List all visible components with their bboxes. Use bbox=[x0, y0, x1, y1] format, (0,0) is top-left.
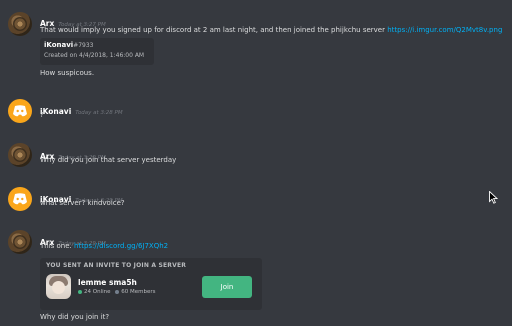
message-text-2: Why did you join it? bbox=[40, 313, 110, 321]
members-dot-icon bbox=[115, 289, 120, 294]
invite-link[interactable]: https://discord.gg/6J7XQh2 bbox=[74, 242, 168, 250]
mouse-pointer-icon bbox=[489, 191, 498, 204]
server-stats: 24 Online 60 Members bbox=[78, 289, 156, 295]
avatar-arx[interactable] bbox=[8, 230, 32, 254]
invite-card: YOU SENT AN INVITE TO JOIN A SERVER lemm… bbox=[40, 258, 262, 310]
online-count: 24 Online bbox=[84, 289, 111, 295]
invite-header: YOU SENT AN INVITE TO JOIN A SERVER bbox=[46, 262, 187, 269]
message-body: This one. bbox=[40, 242, 72, 250]
server-icon[interactable] bbox=[46, 274, 71, 299]
join-button[interactable]: Join bbox=[202, 276, 252, 298]
message-arx-3: Arx Today at 3:29 PM This one. https://di… bbox=[0, 0, 512, 326]
member-count: 60 Members bbox=[121, 289, 156, 295]
online-dot-icon bbox=[78, 289, 82, 294]
server-name[interactable]: lemme sma5h bbox=[78, 278, 137, 287]
message-text: This one. https://discord.gg/6J7XQh2 bbox=[40, 242, 168, 250]
